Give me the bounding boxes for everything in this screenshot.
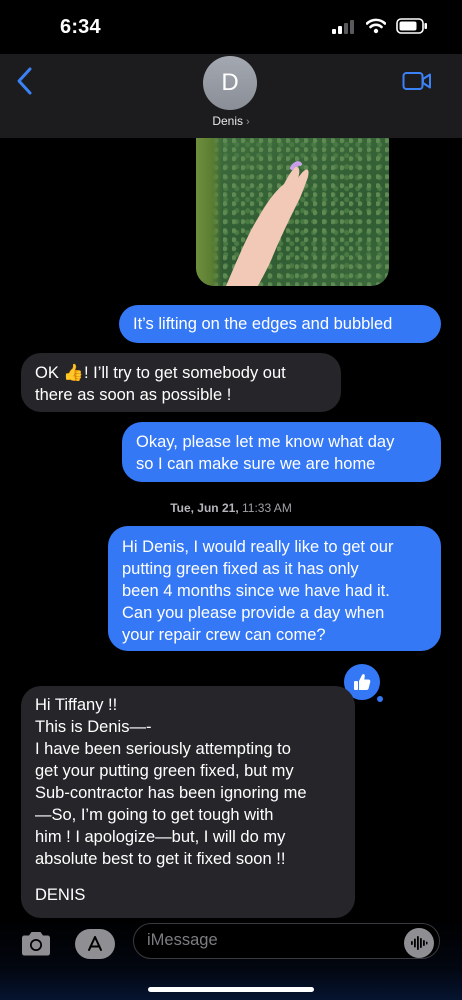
photo-attachment[interactable] — [196, 138, 389, 286]
wifi-icon — [366, 18, 386, 34]
contact-name: Denis — [212, 114, 243, 128]
message-text: him ! I apologize—but, I will do my — [35, 828, 286, 846]
message-bubble-incoming[interactable]: Hi Tiffany !! This is Denis—- I have bee… — [21, 686, 355, 918]
imessage-input[interactable]: iMessage — [133, 923, 440, 959]
audio-waveform-icon — [411, 936, 428, 950]
video-call-icon[interactable] — [402, 70, 432, 92]
camera-icon[interactable] — [19, 930, 53, 958]
message-text: Hi Denis, I would really like to get our — [122, 538, 394, 556]
message-text: Okay, please let me know what day — [136, 433, 395, 451]
message-text: your repair crew can come? — [122, 626, 326, 644]
message-text: been 4 months since we have had it. — [122, 582, 390, 600]
input-placeholder: iMessage — [147, 931, 218, 949]
message-text: Can you please provide a day when — [122, 604, 385, 622]
home-indicator[interactable] — [148, 987, 314, 992]
contact-chevron-icon: › — [246, 116, 250, 128]
back-chevron-icon[interactable] — [16, 66, 34, 96]
message-text: absolute best to get it fixed soon !! — [35, 850, 286, 868]
message-text: I have been seriously attempting to — [35, 740, 291, 758]
message-timestamp: Tue, Jun 21, 11:33 AM — [0, 501, 462, 515]
battery-icon — [396, 18, 427, 34]
message-text: so I can make sure we are home — [136, 455, 376, 473]
message-text: DENIS — [35, 886, 86, 904]
message-bubble-outgoing[interactable]: Okay, please let me know what day so I c… — [122, 422, 441, 482]
timestamp-time: 11:33 AM — [242, 501, 292, 515]
photo-hand-image — [226, 161, 309, 286]
contact-avatar[interactable]: D — [203, 56, 257, 110]
status-bar: 6:34 — [0, 0, 462, 54]
message-bubble-incoming[interactable]: OK 👍! I’ll try to get somebody out there… — [21, 353, 341, 412]
app-store-icon — [88, 936, 102, 951]
message-text: It’s lifting on the edges and bubbled — [133, 315, 393, 333]
app-store-button[interactable] — [75, 929, 115, 959]
thumbs-up-icon — [354, 674, 371, 690]
message-text: Sub-contractor has been ignoring me — [35, 784, 307, 802]
contact-name-button[interactable]: Denis › — [0, 114, 462, 128]
conversation-header: D Denis › — [0, 54, 462, 138]
message-text: get your putting green fixed, but my — [35, 762, 294, 780]
message-text: putting green fixed as it has only — [122, 560, 359, 578]
message-text: OK 👍! I’ll try to get somebody out — [35, 364, 286, 382]
message-text: there as soon as possible ! — [35, 386, 232, 404]
message-text: Hi Tiffany !! — [35, 696, 118, 714]
signal-icon — [332, 20, 354, 34]
message-bubble-outgoing[interactable]: Hi Denis, I would really like to get our… — [108, 526, 441, 651]
status-time: 6:34 — [60, 16, 101, 38]
tapback-tail — [377, 696, 383, 702]
audio-message-button[interactable] — [404, 928, 434, 958]
timestamp-day: Tue, Jun 21, — [170, 501, 239, 515]
message-text: This is Denis—- — [35, 718, 152, 736]
message-bubble-outgoing[interactable]: It’s lifting on the edges and bubbled — [119, 305, 441, 343]
message-text: —So, I’m going to get tough with — [35, 806, 274, 824]
avatar-initial: D — [221, 69, 239, 96]
